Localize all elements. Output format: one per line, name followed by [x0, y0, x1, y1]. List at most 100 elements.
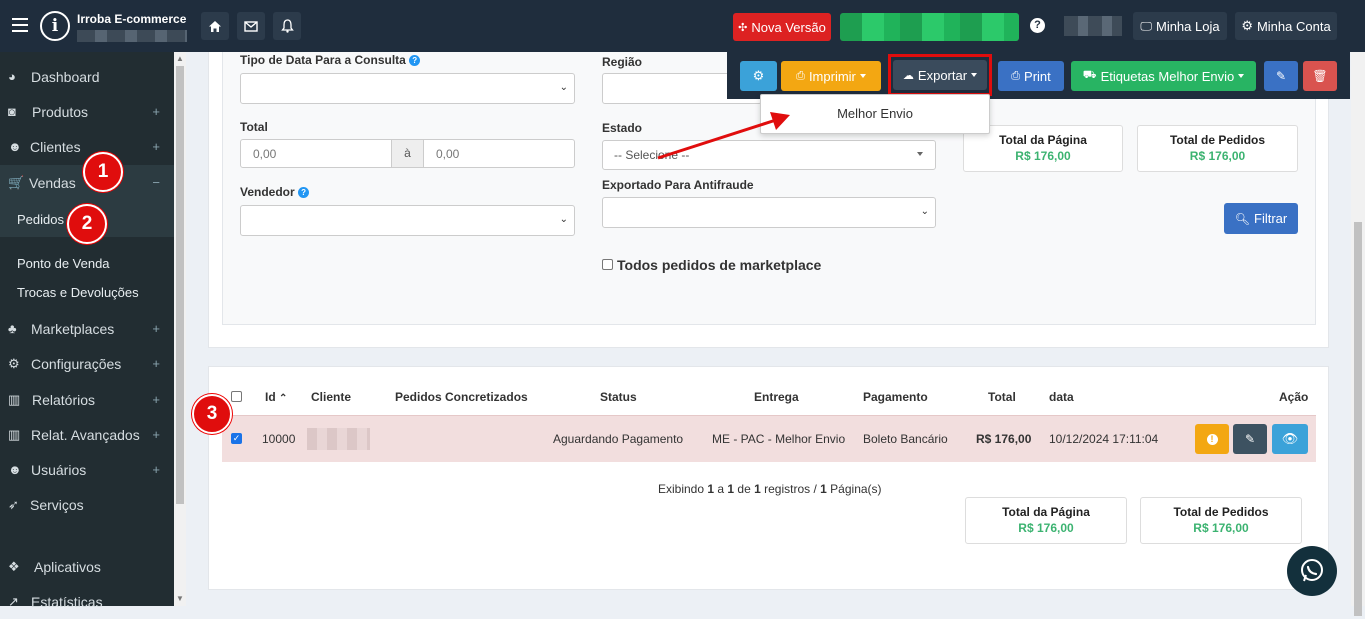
- sidebar-item-relatorios[interactable]: ▥ Relatórios +: [0, 382, 174, 417]
- col-id[interactable]: Id ⌃: [265, 390, 287, 404]
- store-status-redacted[interactable]: [840, 13, 1019, 41]
- whatsapp-button[interactable]: [1287, 546, 1337, 596]
- scroll-down-arrow-icon[interactable]: ▼: [176, 594, 184, 603]
- antifraude-label: Exportado Para Antifraude: [602, 178, 754, 192]
- tipo-data-label: Tipo de Data Para a Consulta ?: [240, 53, 421, 67]
- row-pagamento: Boleto Bancário: [863, 432, 948, 446]
- minha-loja-button[interactable]: 🖵 Minha Loja: [1133, 12, 1227, 40]
- messages-button[interactable]: [237, 12, 265, 40]
- envelope-icon: [244, 20, 258, 32]
- caret-down-icon: [971, 73, 978, 77]
- sidebar-scrollbar[interactable]: ▲ ▼: [174, 52, 186, 606]
- sidebar-item-dashboard[interactable]: ◕ Dashboard: [0, 59, 174, 94]
- sidebar-item-configuracoes[interactable]: ⚙ Configurações +: [0, 346, 174, 381]
- gears-icon: ⚙: [8, 355, 20, 371]
- cogs-icon: ⚙: [752, 68, 765, 83]
- edit-icon: ✎: [1244, 432, 1256, 446]
- brand-subtitle-redacted: [77, 30, 187, 42]
- settings-button[interactable]: ⚙: [740, 61, 777, 91]
- cart-icon: 🛒: [8, 174, 25, 190]
- row-total: R$ 176,00: [976, 432, 1032, 446]
- eye-icon: 👁︎: [1281, 431, 1299, 446]
- delete-button[interactable]: 🗑︎: [1303, 61, 1337, 91]
- step-badge-1: 1: [83, 152, 123, 192]
- scroll-up-arrow-icon[interactable]: ▲: [176, 54, 184, 63]
- content-scrollbar[interactable]: [1351, 52, 1365, 616]
- hamburger-icon[interactable]: [12, 18, 28, 32]
- nova-versao-button[interactable]: ✣ Nova Versão: [733, 13, 831, 41]
- etiquetas-button[interactable]: ⛟ Etiquetas Melhor Envio: [1071, 61, 1256, 91]
- bar-chart-icon: ▥: [8, 426, 21, 442]
- step-badge-3: 3: [192, 394, 232, 434]
- select-all-checkbox[interactable]: [231, 391, 242, 402]
- sidebar-item-aplicativos[interactable]: ❖ Aplicativos: [0, 549, 174, 584]
- row-edit-button[interactable]: ✎: [1233, 424, 1267, 454]
- users-icon: ☻: [8, 462, 22, 477]
- cloud-download-icon: ☁: [902, 69, 914, 82]
- sidebar-sub-ponto-de-venda[interactable]: Ponto de Venda: [17, 256, 110, 271]
- caret-down-icon: [859, 74, 866, 78]
- brand-logo-icon: i: [40, 11, 70, 41]
- sort-asc-icon: ⌃: [279, 393, 288, 404]
- total-to-input[interactable]: 0,00: [423, 139, 575, 168]
- bell-icon: [280, 19, 294, 33]
- col-pedidos-concretizados[interactable]: Pedidos Concretizados: [395, 390, 528, 404]
- caret-down-icon: [917, 152, 923, 156]
- total-pedidos-top: Total de Pedidos R$ 176,00: [1137, 125, 1298, 172]
- sidebar-item-servicos[interactable]: ➶ Serviços: [0, 487, 174, 522]
- brand-name: Irroba E-commerce: [77, 12, 187, 26]
- desktop-icon: 🖵: [1140, 18, 1152, 33]
- total-from-input[interactable]: 0,00: [240, 139, 392, 168]
- help-button[interactable]: ?: [1030, 18, 1045, 33]
- row-entrega: ME - PAC - Melhor Envio: [712, 432, 846, 446]
- col-cliente[interactable]: Cliente: [311, 390, 351, 404]
- col-total[interactable]: Total: [988, 390, 1016, 404]
- help-icon[interactable]: ?: [409, 55, 421, 67]
- sidebar-item-relat-avancados[interactable]: ▥ Relat. Avançados +: [0, 417, 174, 452]
- chevron-down-icon: ⌄: [559, 82, 568, 93]
- caret-down-icon: [1238, 74, 1245, 78]
- antifraude-select[interactable]: ⌄: [602, 197, 936, 228]
- vendedor-select[interactable]: ⌄: [240, 205, 575, 236]
- home-button[interactable]: [201, 12, 229, 40]
- col-data[interactable]: data: [1049, 390, 1074, 404]
- row-cliente-redacted: [307, 428, 370, 450]
- row-alert-button[interactable]: !: [1195, 424, 1229, 454]
- sidebar-sub-trocas[interactable]: Trocas e Devoluções: [17, 285, 139, 300]
- edit-icon: ✎: [1275, 69, 1287, 83]
- magic-icon: ✣: [738, 21, 748, 34]
- row-checkbox[interactable]: ✓: [231, 433, 242, 444]
- user-avatar-redacted[interactable]: [1064, 16, 1122, 36]
- exportar-button[interactable]: ☁ Exportar: [893, 60, 987, 90]
- cubes-icon: ❖: [8, 558, 20, 574]
- print-icon: ⎙: [1011, 69, 1021, 82]
- sidebar-item-estatisticas[interactable]: ↗ Estatísticas: [0, 584, 174, 619]
- minha-conta-button[interactable]: ⚙ Minha Conta: [1235, 12, 1337, 40]
- row-id: 10000: [262, 432, 296, 446]
- imprimir-button[interactable]: ⎙ Imprimir: [781, 61, 881, 91]
- line-chart-icon: ↗: [8, 593, 19, 609]
- notifications-button[interactable]: [273, 12, 301, 40]
- sitemap-icon: ♣: [8, 321, 17, 336]
- sidebar-item-marketplaces[interactable]: ♣ Marketplaces +: [0, 311, 174, 346]
- row-view-button[interactable]: 👁︎: [1272, 424, 1308, 454]
- tipo-data-select[interactable]: ⌄: [240, 73, 575, 104]
- col-pagamento[interactable]: Pagamento: [863, 390, 928, 404]
- marketplace-label: Todos pedidos de marketplace: [617, 257, 822, 273]
- sidebar-item-produtos[interactable]: ◙ Produtos +: [0, 94, 174, 129]
- camera-icon: ◙: [8, 104, 16, 119]
- col-entrega[interactable]: Entrega: [754, 390, 799, 404]
- col-status[interactable]: Status: [600, 390, 637, 404]
- help-icon[interactable]: ?: [298, 187, 310, 199]
- sidebar-sub-pedidos[interactable]: Pedidos: [17, 212, 64, 227]
- edit-button[interactable]: ✎: [1264, 61, 1298, 91]
- sidebar-item-usuarios[interactable]: ☻ Usuários +: [0, 452, 174, 487]
- filtrar-button[interactable]: 🔍︎ Filtrar: [1224, 203, 1298, 234]
- trash-icon: 🗑︎: [1312, 69, 1328, 83]
- bar-chart-icon: ▥: [8, 391, 21, 407]
- dashboard-icon: ◕: [8, 69, 16, 84]
- marketplace-checkbox[interactable]: [602, 259, 613, 270]
- total-separator: à: [392, 139, 423, 168]
- print-button[interactable]: ⎙ Print: [998, 61, 1064, 91]
- pagination-info: Exibindo 1 a 1 de 1 registros / 1 Página…: [658, 482, 882, 496]
